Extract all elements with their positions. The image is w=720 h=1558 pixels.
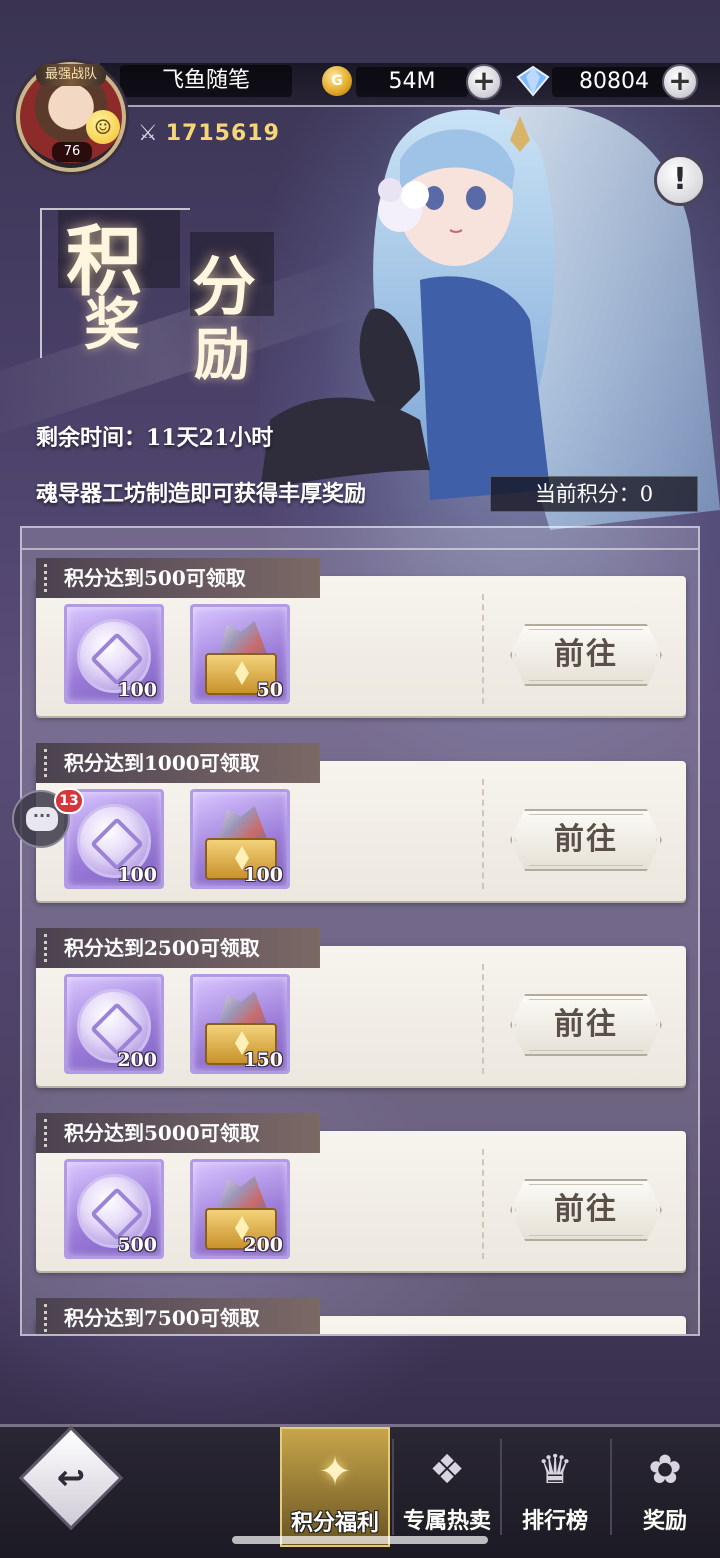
- add-gold-button[interactable]: +: [466, 64, 502, 100]
- task-label: 积分达到1000可领取: [36, 743, 320, 783]
- task-label: 积分达到2500可领取: [36, 928, 320, 968]
- reward-qty: 100: [117, 679, 157, 701]
- info-button[interactable]: !: [654, 154, 706, 206]
- reward-item[interactable]: 100: [190, 789, 290, 889]
- reward-qty: 50: [256, 679, 283, 701]
- go-button-label: 前往: [554, 822, 618, 857]
- go-button[interactable]: 前往: [510, 624, 662, 686]
- go-button-label: 前往: [554, 637, 618, 672]
- smiley-icon[interactable]: ☺: [86, 110, 120, 144]
- go-button[interactable]: 前往: [510, 1179, 662, 1241]
- tab-exclusive-sale[interactable]: ❖ 专属热卖: [394, 1427, 500, 1547]
- tab-label: 奖励: [642, 1508, 687, 1534]
- power-display: ⚔ 1715619: [138, 118, 280, 148]
- task-card: 积分达到500可领取 100 50 前往: [36, 558, 686, 716]
- reward-qty: 150: [243, 1049, 283, 1071]
- player-name: 飞鱼随笔: [120, 65, 292, 97]
- tab-leaderboard[interactable]: ♛ 排行榜: [502, 1427, 608, 1547]
- reward-medal-icon: ✿: [648, 1447, 682, 1493]
- home-indicator[interactable]: [232, 1536, 488, 1544]
- task-label: 积分达到5000可领取: [36, 1113, 320, 1153]
- task-card: 积分达到7500可领取: [36, 1298, 686, 1334]
- task-label: 积分达到500可领取: [36, 558, 320, 598]
- reward-qty: 200: [117, 1049, 157, 1071]
- tab-label: 专属热卖: [402, 1508, 491, 1534]
- task-card: 积分达到5000可领取 500 200 前往: [36, 1113, 686, 1271]
- go-button[interactable]: 前往: [510, 809, 662, 871]
- chat-bubble-icon: ···: [26, 807, 58, 831]
- gem-amount: 80804: [552, 67, 676, 97]
- diamond-icon: [516, 65, 550, 97]
- reward-item[interactable]: 100: [64, 604, 164, 704]
- gold-amount: 54M: [356, 67, 468, 97]
- chat-button[interactable]: ··· 13: [12, 788, 84, 848]
- reward-qty: 100: [243, 864, 283, 886]
- power-value: 1715619: [165, 120, 280, 146]
- reward-item[interactable]: 50: [190, 604, 290, 704]
- reward-qty: 200: [243, 1234, 283, 1256]
- gift-box-icon: ❖: [429, 1447, 465, 1493]
- go-button-label: 前往: [554, 1007, 618, 1042]
- reward-item[interactable]: 200: [190, 1159, 290, 1259]
- crossed-swords-icon: ⚔: [138, 120, 158, 146]
- task-card: 积分达到1000可领取 100 100 前往: [36, 743, 686, 901]
- ranking-crest-icon: ♛: [537, 1447, 573, 1493]
- task-list[interactable]: 积分达到500可领取 100 50 前往 积分达到1000可领取 100 100: [20, 526, 700, 1336]
- star-emblem-icon: ✦: [318, 1449, 352, 1495]
- reward-item[interactable]: 200: [64, 974, 164, 1074]
- remaining-time: 剩余时间：11天21小时: [36, 425, 274, 451]
- reward-item[interactable]: 500: [64, 1159, 164, 1259]
- back-button[interactable]: ↩: [18, 1425, 124, 1531]
- tab-points-welfare[interactable]: ✦ 积分福利: [280, 1427, 390, 1547]
- title-char-4: 励: [194, 322, 250, 388]
- chat-unread-badge: 13: [54, 788, 84, 814]
- avatar-team-tag: 最强战队: [36, 64, 106, 86]
- go-button-label: 前往: [554, 1192, 618, 1227]
- gold-coin-icon: G: [322, 66, 352, 96]
- tab-rewards[interactable]: ✿ 奖励: [612, 1427, 718, 1547]
- task-label: 积分达到7500可领取: [36, 1298, 320, 1334]
- reward-qty: 500: [117, 1234, 157, 1256]
- current-score: 当前积分：0: [490, 476, 698, 512]
- tab-label: 积分福利: [290, 1510, 379, 1536]
- reward-qty: 100: [117, 864, 157, 886]
- tab-label: 排行榜: [521, 1508, 588, 1534]
- go-button[interactable]: 前往: [510, 994, 662, 1056]
- event-description: 魂导器工坊制造即可获得丰厚奖励: [36, 481, 367, 507]
- add-gems-button[interactable]: +: [662, 64, 698, 100]
- task-card: 积分达到2500可领取 200 150 前往: [36, 928, 686, 1086]
- title-char-2: 奖: [84, 292, 140, 358]
- player-level: 76: [52, 142, 92, 162]
- back-arrow-icon: ↩: [56, 1458, 86, 1498]
- event-title: 积 奖 分 励: [40, 200, 280, 390]
- reward-item[interactable]: 150: [190, 974, 290, 1074]
